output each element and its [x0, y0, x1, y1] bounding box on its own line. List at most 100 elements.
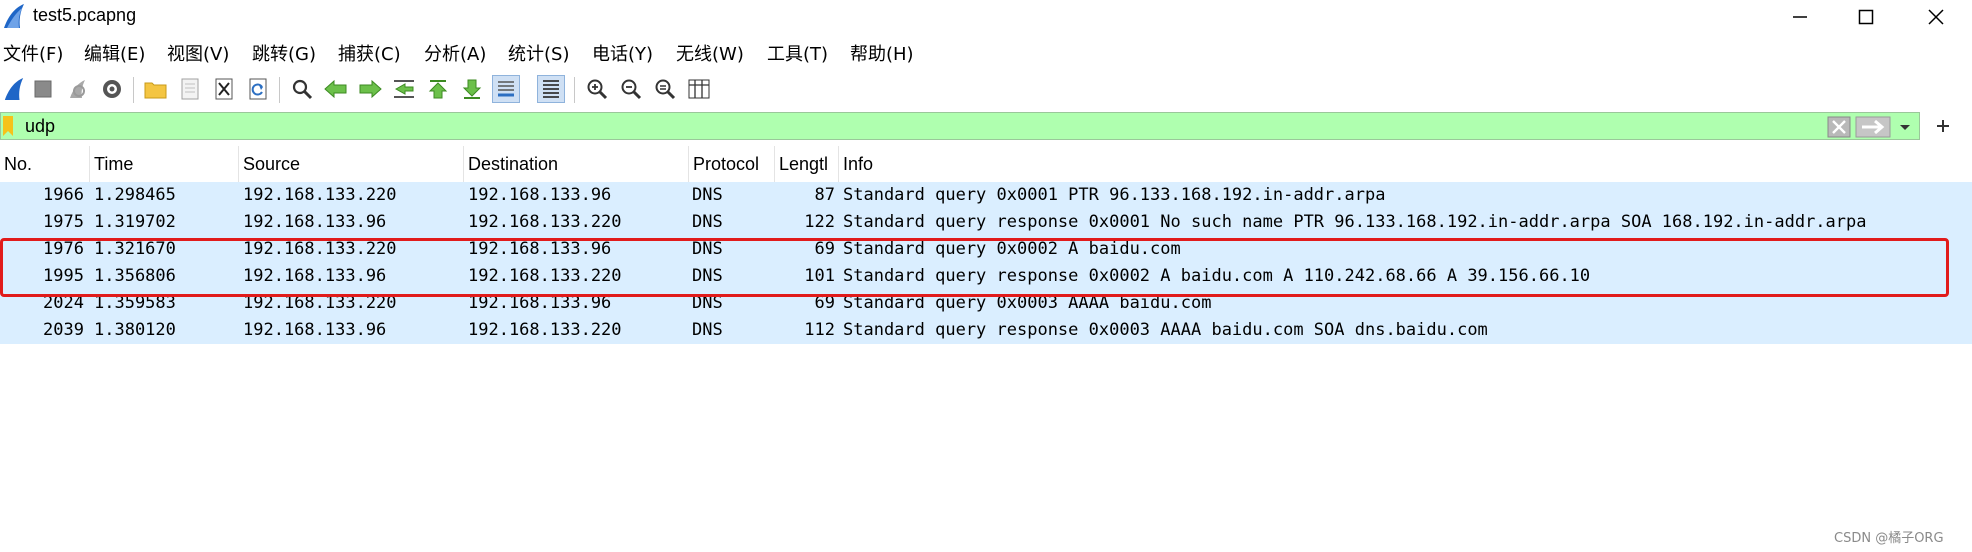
cell-destination: 192.168.133.220 [468, 266, 622, 286]
cell-length: 69 [814, 239, 835, 259]
table-row[interactable]: 2039 1.380120 192.168.133.96 192.168.133… [0, 317, 1972, 344]
cell-time: 1.298465 [94, 185, 176, 205]
close-file-icon[interactable] [210, 75, 238, 103]
menu-bar: 文件(F) 编辑(E) 视图(V) 跳转(G) 捕获(C) 分析(A) 统计(S… [0, 36, 1972, 70]
cell-destination: 192.168.133.96 [468, 293, 612, 313]
menu-file[interactable]: 文件(F) [3, 40, 63, 66]
zoom-out-icon[interactable] [617, 75, 645, 103]
cell-no: 1995 [43, 266, 84, 286]
cell-time: 1.380120 [94, 320, 176, 340]
column-header-time[interactable]: Time [90, 146, 239, 182]
go-back-icon[interactable] [322, 75, 350, 103]
column-header-destination[interactable]: Destination [464, 146, 689, 182]
menu-statistics[interactable]: 统计(S) [508, 40, 569, 66]
start-capture-icon[interactable] [0, 75, 28, 103]
menu-go[interactable]: 跳转(G) [252, 40, 316, 66]
open-file-icon[interactable] [142, 75, 170, 103]
cell-info: Standard query response 0x0002 A baidu.c… [843, 266, 1591, 286]
stop-capture-icon[interactable] [29, 75, 57, 103]
cell-destination: 192.168.133.96 [468, 239, 612, 259]
plus-icon [1937, 120, 1949, 132]
menu-help[interactable]: 帮助(H) [850, 40, 914, 66]
cell-info: Standard query 0x0003 AAAA baidu.com [843, 293, 1212, 313]
table-row[interactable]: 1976 1.321670 192.168.133.220 192.168.13… [0, 236, 1972, 263]
menu-wireless[interactable]: 无线(W) [676, 40, 744, 66]
cell-protocol: DNS [692, 212, 723, 232]
cell-info: Standard query response 0x0001 No such n… [843, 212, 1867, 232]
cell-info: Standard query response 0x0003 AAAA baid… [843, 320, 1488, 340]
cell-no: 1976 [43, 239, 84, 259]
cell-protocol: DNS [692, 239, 723, 259]
go-first-icon[interactable] [424, 75, 452, 103]
reload-file-icon[interactable] [244, 75, 272, 103]
auto-scroll-icon[interactable] [492, 75, 520, 103]
cell-protocol: DNS [692, 293, 723, 313]
maximize-button[interactable] [1836, 0, 1896, 34]
cell-source: 192.168.133.220 [243, 185, 397, 205]
main-toolbar [0, 72, 1972, 108]
column-header-info[interactable]: Info [839, 146, 1972, 182]
packet-list-header: No. Time Source Destination Protocol Len… [0, 146, 1972, 183]
menu-analyze[interactable]: 分析(A) [424, 40, 486, 66]
resize-columns-icon[interactable] [685, 75, 713, 103]
cell-time: 1.319702 [94, 212, 176, 232]
cell-no: 1975 [43, 212, 84, 232]
column-header-source[interactable]: Source [239, 146, 464, 182]
minimize-icon [1793, 16, 1807, 18]
cell-source: 192.168.133.96 [243, 320, 387, 340]
apply-filter-icon[interactable] [1855, 116, 1891, 138]
go-last-icon[interactable] [458, 75, 486, 103]
table-row[interactable]: 1975 1.319702 192.168.133.96 192.168.133… [0, 209, 1972, 236]
menu-tools[interactable]: 工具(T) [767, 40, 828, 66]
maximize-icon [1858, 9, 1874, 25]
restart-capture-icon[interactable] [63, 75, 91, 103]
go-to-packet-icon[interactable] [390, 75, 418, 103]
cell-destination: 192.168.133.96 [468, 185, 612, 205]
go-forward-icon[interactable] [356, 75, 384, 103]
column-header-length[interactable]: Lengtl [775, 146, 839, 182]
cell-destination: 192.168.133.220 [468, 212, 622, 232]
packet-list: No. Time Source Destination Protocol Len… [0, 146, 1972, 552]
cell-length: 112 [804, 320, 835, 340]
cell-length: 87 [814, 185, 835, 205]
save-file-icon[interactable] [176, 75, 204, 103]
table-row[interactable]: 1995 1.356806 192.168.133.96 192.168.133… [0, 263, 1972, 290]
capture-options-icon[interactable] [98, 75, 126, 103]
cell-no: 1966 [43, 185, 84, 205]
cell-protocol: DNS [692, 320, 723, 340]
chevron-down-icon[interactable] [1895, 116, 1915, 138]
window-title: test5.pcapng [33, 5, 137, 25]
colorize-icon[interactable] [537, 75, 565, 103]
display-filter-input[interactable] [25, 114, 1825, 138]
cell-no: 2024 [43, 293, 84, 313]
cell-time: 1.356806 [94, 266, 176, 286]
table-row[interactable]: 1966 1.298465 192.168.133.220 192.168.13… [0, 182, 1972, 209]
cell-length: 69 [814, 293, 835, 313]
cell-destination: 192.168.133.220 [468, 320, 622, 340]
cell-source: 192.168.133.220 [243, 239, 397, 259]
cell-source: 192.168.133.220 [243, 293, 397, 313]
add-filter-button[interactable] [1928, 112, 1958, 140]
filter-field [0, 112, 1920, 140]
menu-capture[interactable]: 捕获(C) [338, 40, 401, 66]
zoom-in-icon[interactable] [583, 75, 611, 103]
cell-no: 2039 [43, 320, 84, 340]
close-window-button[interactable] [1906, 0, 1966, 34]
wireshark-fin-icon [4, 4, 24, 28]
watermark: CSDN @橘子ORG [1834, 531, 1944, 546]
title-bar: test5.pcapng [0, 0, 1972, 34]
table-row[interactable]: 2024 1.359583 192.168.133.220 192.168.13… [0, 290, 1972, 317]
column-header-protocol[interactable]: Protocol [689, 146, 775, 182]
menu-telephony[interactable]: 电话(Y) [592, 40, 653, 66]
packet-rows: 1966 1.298465 192.168.133.220 192.168.13… [0, 182, 1972, 344]
clear-filter-icon[interactable] [1827, 116, 1851, 138]
cell-source: 192.168.133.96 [243, 266, 387, 286]
column-header-no[interactable]: No. [0, 146, 90, 182]
menu-view[interactable]: 视图(V) [167, 40, 229, 66]
menu-edit[interactable]: 编辑(E) [84, 40, 145, 66]
minimize-button[interactable] [1770, 0, 1830, 34]
find-packet-icon[interactable] [288, 75, 316, 103]
bookmark-icon[interactable] [3, 116, 13, 136]
cell-protocol: DNS [692, 185, 723, 205]
zoom-normal-icon[interactable] [651, 75, 679, 103]
